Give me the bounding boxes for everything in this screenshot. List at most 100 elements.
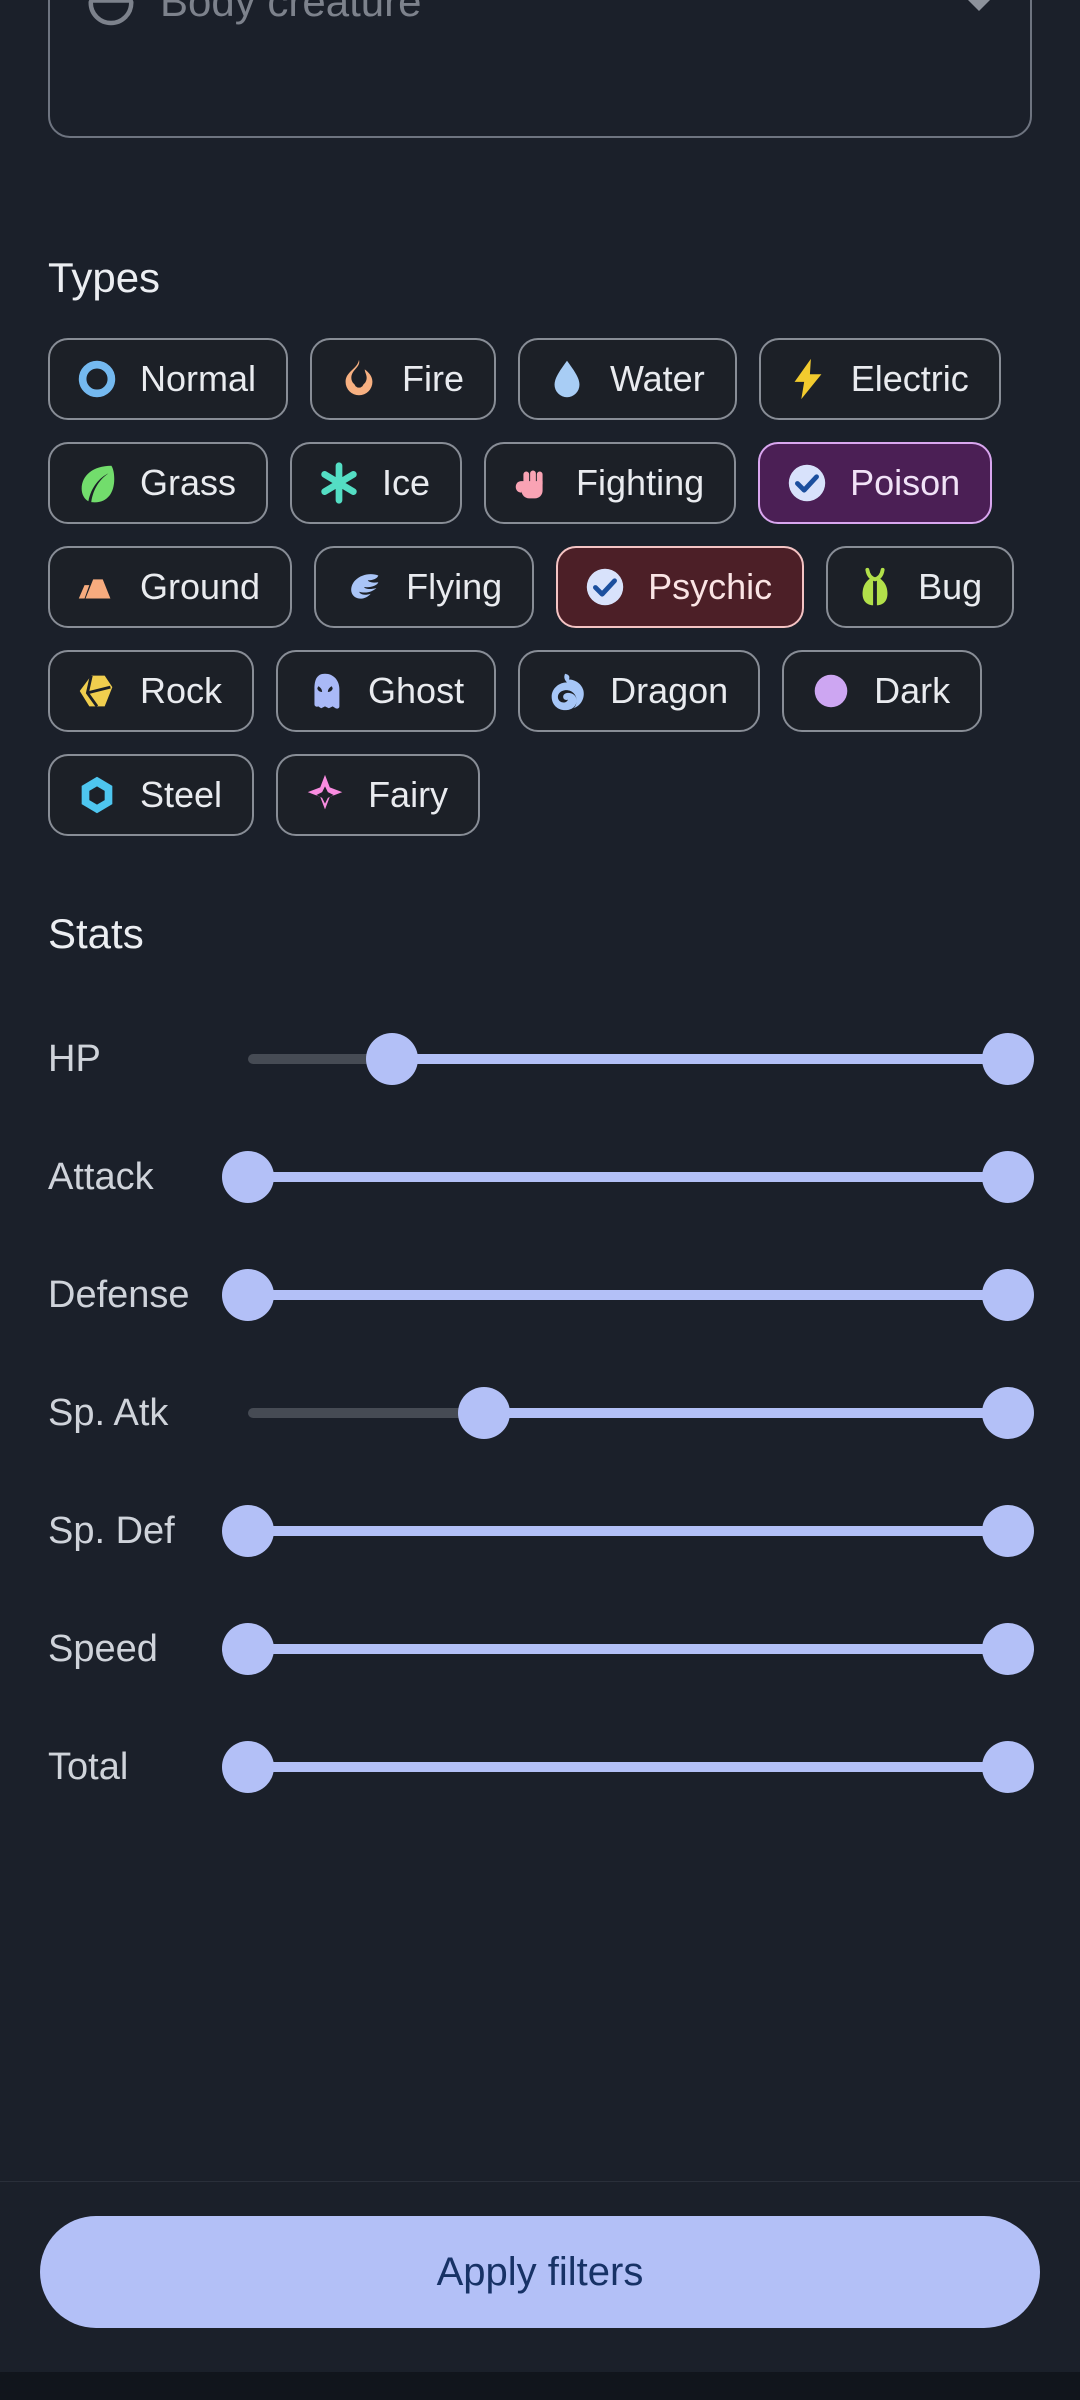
types-section-title: Types (48, 254, 161, 301)
type-chip-ground[interactable]: Ground (48, 546, 293, 628)
slider-track-active (483, 1408, 1008, 1418)
slider-thumb-min[interactable] (222, 1741, 274, 1793)
type-chip-psychic[interactable]: Psychic (556, 546, 805, 628)
fairy-type-icon (302, 772, 348, 818)
water-type-icon (544, 356, 590, 402)
stat-row-sp--def: Sp. Def (48, 1472, 1034, 1590)
stat-row-total: Total (48, 1708, 1034, 1826)
range-slider-sp--def[interactable] (222, 1472, 1034, 1590)
system-navigation-bar (0, 2372, 1080, 2400)
ground-type-icon (74, 564, 120, 610)
type-chip-label: Steel (140, 774, 223, 815)
bug-type-icon (852, 564, 898, 610)
range-slider-speed[interactable] (222, 1590, 1034, 1708)
electric-type-icon (785, 356, 831, 402)
body-creature-dropdown[interactable]: Body creature (48, 0, 1032, 138)
stat-row-speed: Speed (48, 1590, 1034, 1708)
stat-label: Total (48, 1745, 129, 1788)
type-chip-label: Fighting (576, 462, 705, 503)
type-chip-steel[interactable]: Steel (48, 754, 255, 836)
slider-thumb-max[interactable] (982, 1505, 1034, 1557)
type-chip-label: Ghost (368, 670, 465, 711)
type-chip-label: Electric (850, 358, 969, 399)
type-chip-label: Ice (382, 462, 431, 503)
slider-thumb-min[interactable] (222, 1151, 274, 1203)
stat-label: Defense (48, 1273, 190, 1316)
slider-thumb-min[interactable] (457, 1387, 510, 1439)
stats-section-title: Stats (48, 910, 144, 957)
stat-row-attack: Attack (48, 1118, 1034, 1236)
slider-thumb-max[interactable] (982, 1033, 1034, 1085)
chevron-down-icon[interactable] (962, 0, 996, 11)
type-chip-label: Fairy (368, 774, 449, 815)
stat-label: HP (48, 1037, 101, 1080)
fire-type-icon (336, 356, 382, 402)
ice-type-icon (316, 460, 362, 506)
stat-label: Sp. Atk (48, 1391, 169, 1434)
check-circle-icon (582, 564, 628, 610)
range-slider-sp--atk[interactable] (248, 1354, 1034, 1472)
range-slider-defense[interactable] (222, 1236, 1034, 1354)
stat-label: Sp. Def (48, 1509, 175, 1552)
slider-thumb-max[interactable] (982, 1387, 1034, 1439)
type-chip-dragon[interactable]: Dragon (518, 650, 761, 732)
type-chip-rock[interactable]: Rock (48, 650, 255, 732)
slider-thumb-min[interactable] (222, 1623, 274, 1675)
type-chip-label: Normal (140, 358, 257, 399)
type-chip-fire[interactable]: Fire (310, 338, 497, 420)
stat-row-hp: HP (48, 1000, 1034, 1118)
slider-thumb-min[interactable] (366, 1033, 419, 1085)
body-creature-dropdown-wrap: Body creature (48, 0, 1032, 196)
slider-thumb-min[interactable] (222, 1269, 274, 1321)
slider-thumb-max[interactable] (982, 1623, 1034, 1675)
dragon-type-icon (544, 668, 590, 714)
type-chip-poison[interactable]: Poison (758, 442, 993, 524)
type-chip-fighting[interactable]: Fighting (484, 442, 737, 524)
grass-type-icon (74, 460, 120, 506)
stat-row-defense: Defense (48, 1236, 1034, 1354)
filters-scroll-area[interactable]: Body creature Types Normal Fire Water Elect… (0, 0, 1080, 2181)
range-slider-hp[interactable] (248, 1000, 1034, 1118)
type-chip-label: Rock (140, 670, 223, 711)
type-chip-label: Water (610, 358, 705, 399)
type-chip-grass[interactable]: Grass (48, 442, 269, 524)
range-slider-total[interactable] (222, 1708, 1034, 1826)
slider-track-active (248, 1172, 1008, 1182)
type-chip-ice[interactable]: Ice (290, 442, 463, 524)
type-chip-bug[interactable]: Bug (826, 546, 1015, 628)
type-chip-normal[interactable]: Normal (48, 338, 289, 420)
body-creature-placeholder: Body creature (160, 0, 422, 25)
type-chip-label: Grass (140, 462, 237, 503)
type-chip-electric[interactable]: Electric (758, 338, 1001, 420)
slider-thumb-max[interactable] (982, 1741, 1034, 1793)
slider-thumb-min[interactable] (222, 1505, 274, 1557)
slider-track-active (392, 1054, 1008, 1064)
type-chip-label: Psychic (648, 566, 773, 607)
range-slider-attack[interactable] (222, 1118, 1034, 1236)
normal-type-icon (74, 356, 120, 402)
flying-type-icon (340, 564, 386, 610)
type-chip-label: Fire (402, 358, 465, 399)
type-chip-label: Flying (406, 566, 503, 607)
type-chip-water[interactable]: Water (518, 338, 737, 420)
type-chip-label: Bug (918, 566, 983, 607)
slider-track-active (248, 1762, 1008, 1772)
slider-thumb-max[interactable] (982, 1269, 1034, 1321)
slider-track-active (248, 1526, 1008, 1536)
slider-thumb-max[interactable] (982, 1151, 1034, 1203)
type-chip-group: Normal Fire Water Electric Grass Ice Fighting P… (48, 338, 1032, 836)
type-chip-label: Dark (874, 670, 951, 711)
filter-screen: Body creature Types Normal Fire Water Elect… (0, 0, 1080, 2400)
type-chip-dark[interactable]: Dark (782, 650, 983, 732)
bottom-action-bar: Apply filters (0, 2181, 1080, 2372)
type-chip-label: Poison (850, 462, 961, 503)
stat-label: Attack (48, 1155, 154, 1198)
type-chip-ghost[interactable]: Ghost (276, 650, 497, 732)
type-chip-label: Dragon (610, 670, 729, 711)
type-chip-flying[interactable]: Flying (314, 546, 535, 628)
stat-row-sp--atk: Sp. Atk (48, 1354, 1034, 1472)
stat-label: Speed (48, 1627, 158, 1670)
rock-type-icon (74, 668, 120, 714)
apply-filters-button[interactable]: Apply filters (40, 2216, 1040, 2328)
type-chip-fairy[interactable]: Fairy (276, 754, 481, 836)
